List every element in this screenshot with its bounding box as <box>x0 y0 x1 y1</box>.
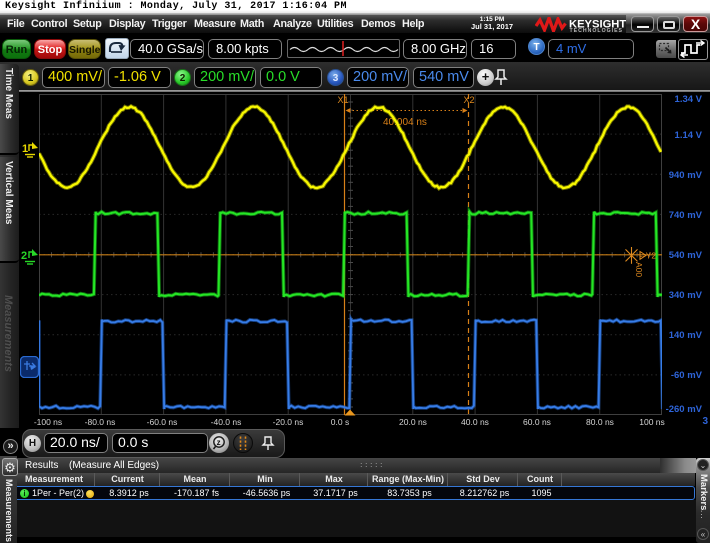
svg-text:X2: X2 <box>464 95 475 105</box>
svg-text:1: 1 <box>22 143 28 155</box>
svg-text:--Y2: --Y2 <box>640 251 656 261</box>
svg-text:X1: X1 <box>338 95 349 105</box>
svg-text:40.004 ns: 40.004 ns <box>383 117 427 128</box>
svg-text:TECHNOLOGIES: TECHNOLOGIES <box>570 28 624 32</box>
svg-text:A00: A00 <box>634 262 644 277</box>
svg-text:z: z <box>217 438 221 447</box>
svg-text:2: 2 <box>21 250 27 262</box>
